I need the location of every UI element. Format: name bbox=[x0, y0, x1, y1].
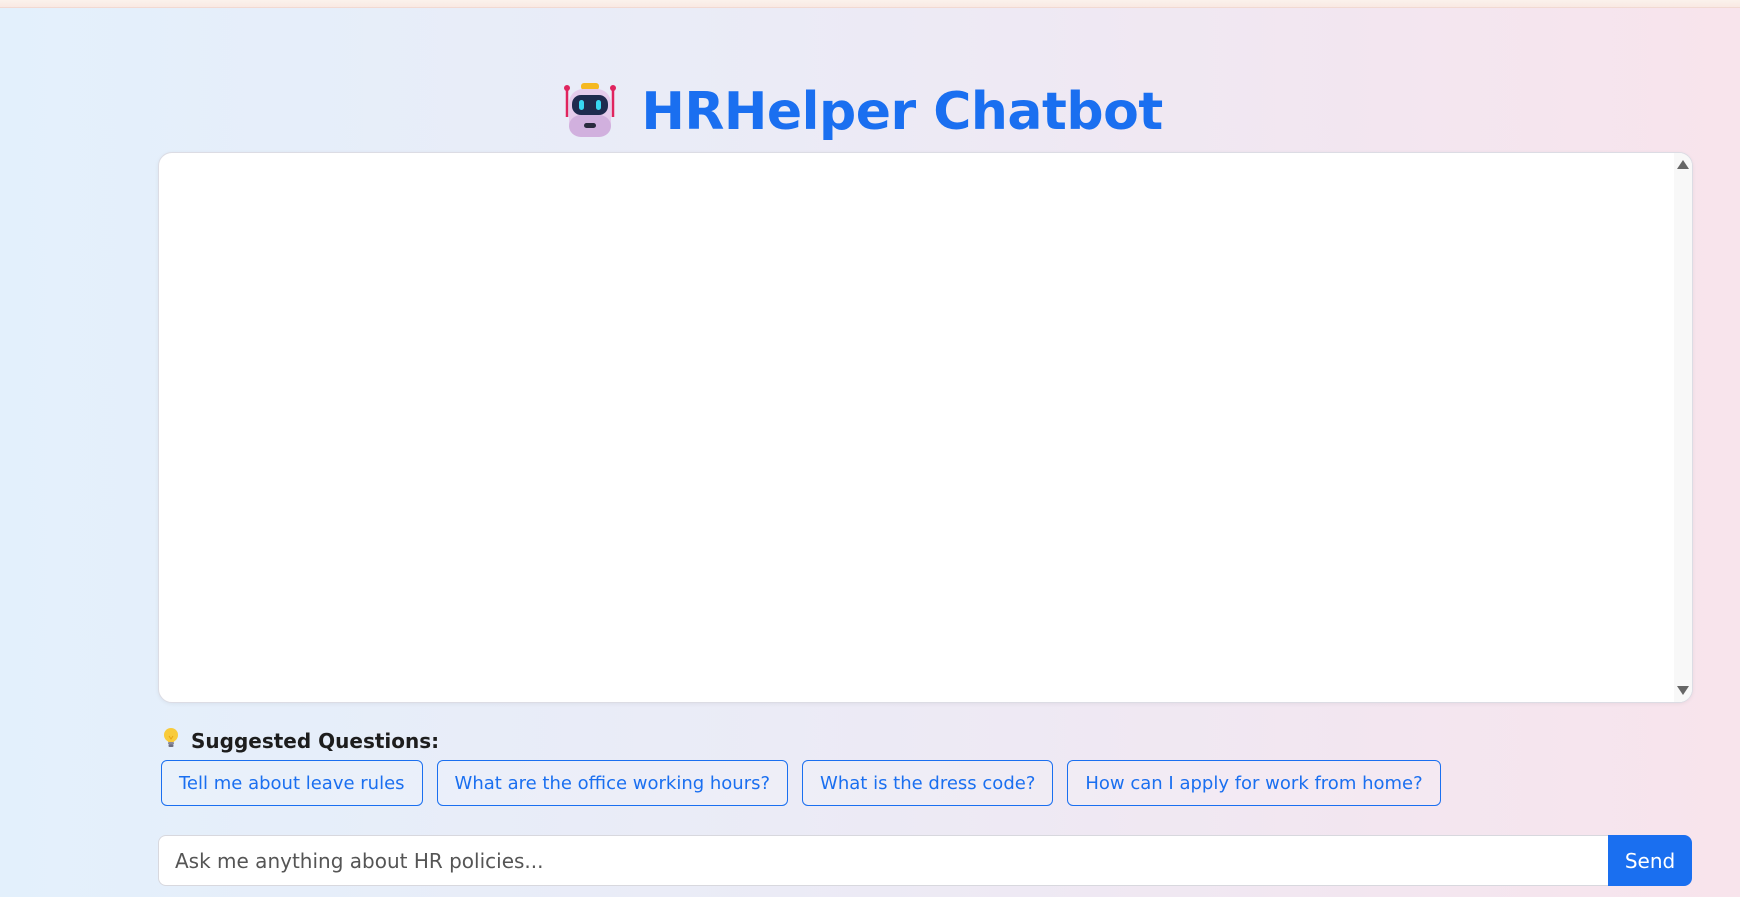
suggested-questions-header: Suggested Questions: bbox=[161, 727, 439, 754]
scroll-up-arrow-icon[interactable] bbox=[1677, 160, 1689, 169]
send-button[interactable]: Send bbox=[1608, 835, 1692, 886]
robot-icon bbox=[561, 81, 619, 144]
lightbulb-icon bbox=[161, 727, 181, 754]
chat-input[interactable] bbox=[158, 835, 1608, 886]
suggested-questions-list: Tell me about leave rules What are the o… bbox=[161, 760, 1441, 806]
chat-input-row: Send bbox=[158, 835, 1692, 886]
suggestion-chip-working-hours[interactable]: What are the office working hours? bbox=[436, 760, 789, 806]
page-title: HRHelper Chatbot bbox=[641, 82, 1163, 142]
chat-window[interactable] bbox=[158, 152, 1693, 703]
suggested-questions-title: Suggested Questions: bbox=[191, 728, 440, 753]
top-strip bbox=[0, 0, 1740, 8]
scroll-down-arrow-icon[interactable] bbox=[1677, 686, 1689, 695]
header-inner: HRHelper Chatbot bbox=[561, 81, 1163, 144]
page-header: HRHelper Chatbot bbox=[0, 72, 1740, 152]
suggestion-chip-work-from-home[interactable]: How can I apply for work from home? bbox=[1067, 760, 1441, 806]
suggestion-chip-leave-rules[interactable]: Tell me about leave rules bbox=[161, 760, 423, 806]
suggestion-chip-dress-code[interactable]: What is the dress code? bbox=[802, 760, 1054, 806]
chat-scrollbar[interactable] bbox=[1674, 153, 1692, 702]
